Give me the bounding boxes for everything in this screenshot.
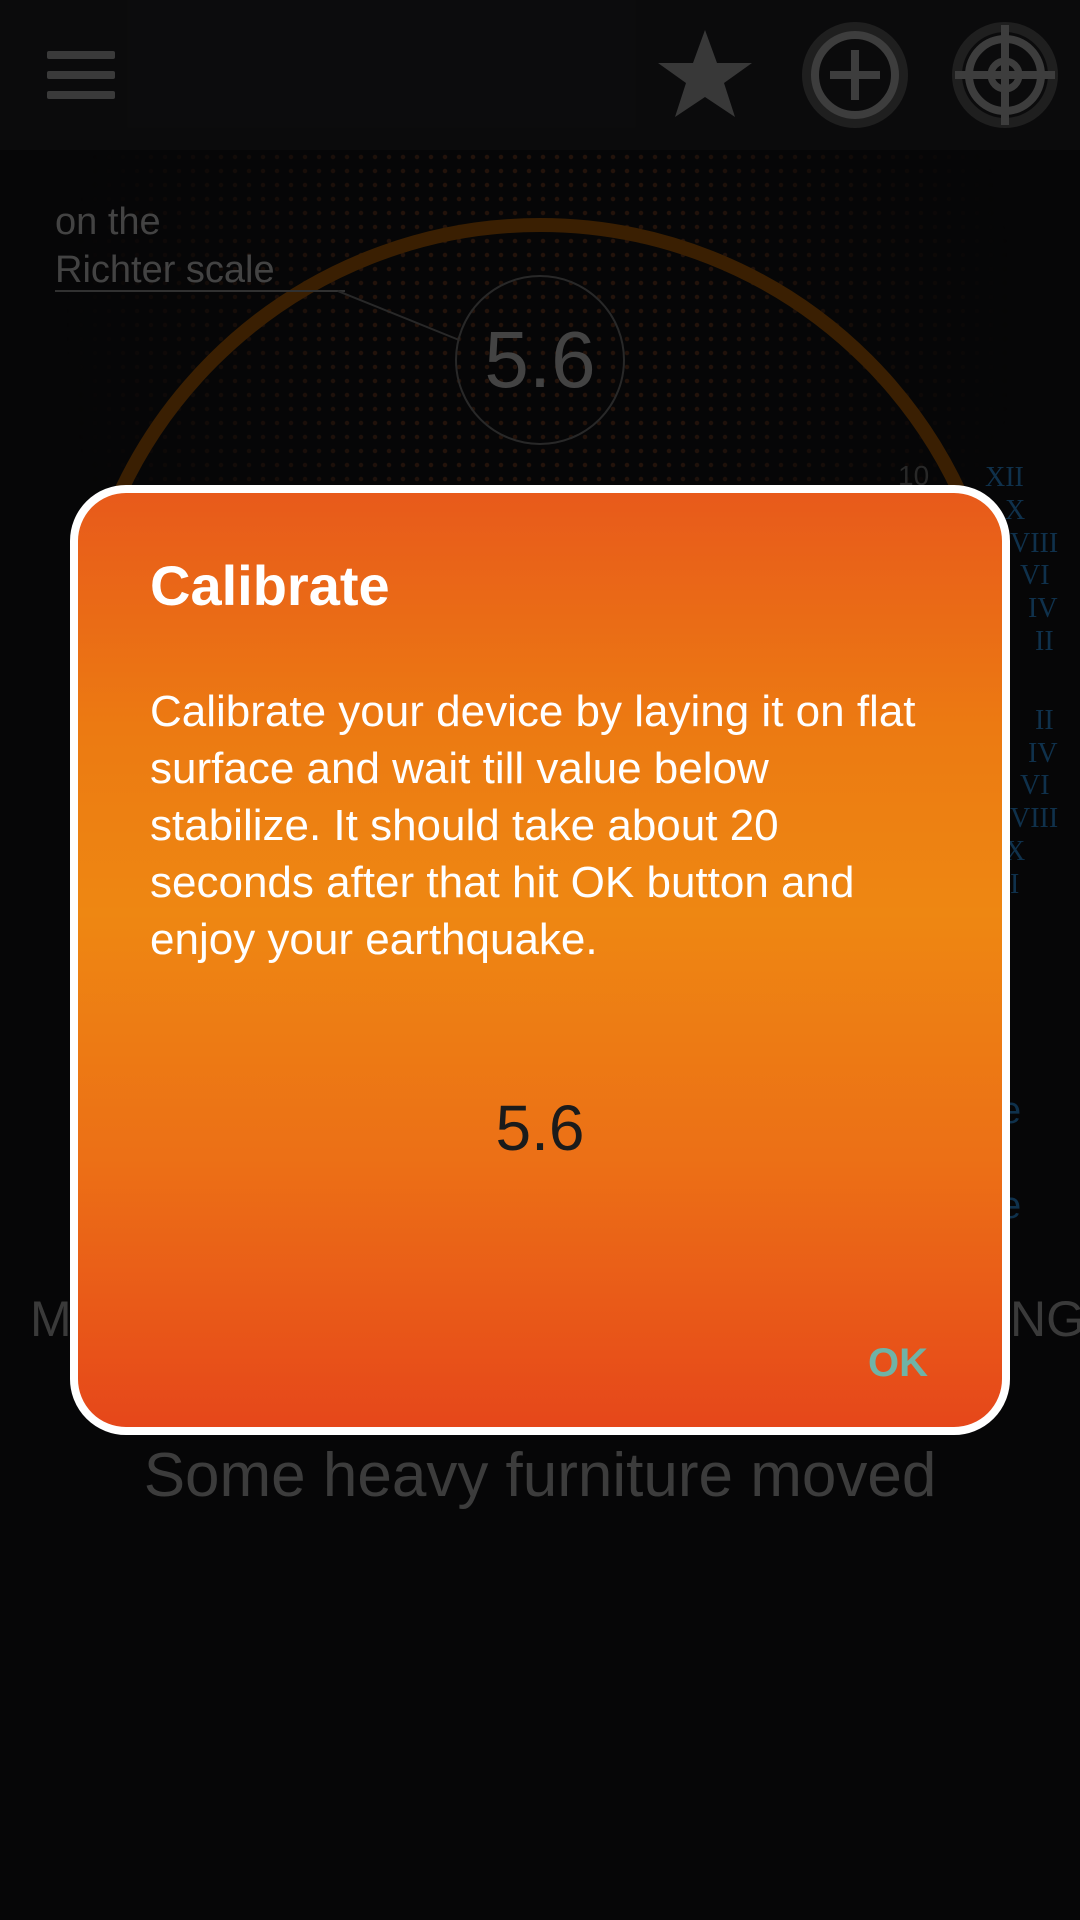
app-screen: on the Richter scale 5.6 10 XII X VIII V…: [0, 0, 1080, 1920]
dialog-message: Calibrate your device by laying it on fl…: [150, 687, 916, 964]
calibration-value: 5.6: [495, 1092, 585, 1164]
ok-button[interactable]: OK: [848, 1331, 948, 1395]
calibrate-dialog: Calibrate Calibrate your device by layin…: [70, 485, 1010, 1435]
dialog-title: Calibrate: [150, 554, 390, 617]
